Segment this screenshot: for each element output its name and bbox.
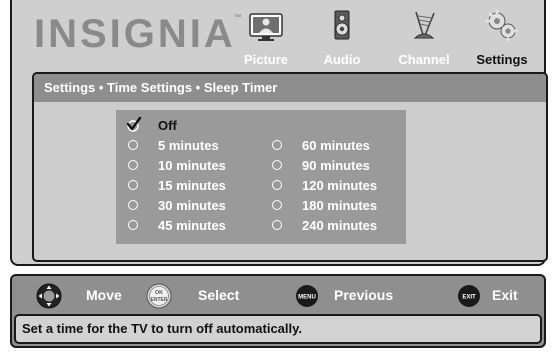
option-label: 5 minutes <box>158 138 219 153</box>
option-label: Off <box>158 118 177 133</box>
radio-icon <box>272 160 282 170</box>
tab-label-settings: Settings <box>476 52 528 67</box>
option-5-minutes[interactable]: 5 minutes <box>128 136 258 156</box>
radio-icon <box>128 140 138 150</box>
breadcrumb: Settings • Time Settings • Sleep Timer <box>34 74 546 102</box>
gears-icon <box>485 9 518 42</box>
help-text: Set a time for the TV to turn off automa… <box>14 314 542 344</box>
dpad-icon <box>36 283 62 309</box>
option-120-minutes[interactable]: 120 minutes <box>272 176 402 196</box>
option-label: 180 minutes <box>302 198 378 213</box>
enter-text: ENTER <box>151 297 168 303</box>
option-off[interactable]: Off <box>126 116 258 136</box>
option-label: 15 minutes <box>158 178 226 193</box>
option-90-minutes[interactable]: 90 minutes <box>272 156 402 176</box>
option-240-minutes[interactable]: 240 minutes <box>272 216 402 236</box>
tab-settings[interactable]: Settings <box>468 8 536 68</box>
tab-label-picture: Picture <box>243 52 289 67</box>
main-menu-panel: INSIGNIA™ Picture Audio Channel Settings… <box>10 0 548 266</box>
menu-button-icon: MENU <box>296 285 318 307</box>
option-45-minutes[interactable]: 45 minutes <box>128 216 258 236</box>
exit-text: EXIT <box>462 295 476 301</box>
tab-picture[interactable]: Picture <box>232 8 300 68</box>
logo-text: INSIGNIA <box>34 12 236 56</box>
exit-button-icon: EXIT <box>458 285 480 307</box>
option-10-minutes[interactable]: 10 minutes <box>128 156 258 176</box>
option-60-minutes[interactable]: 60 minutes <box>272 136 402 156</box>
ok-enter-icon: OK ENTER <box>146 283 172 309</box>
ok-text: OK <box>155 290 163 296</box>
tab-label-audio: Audio <box>323 52 361 67</box>
option-180-minutes[interactable]: 180 minutes <box>272 196 402 216</box>
option-label: 10 minutes <box>158 158 226 173</box>
option-15-minutes[interactable]: 15 minutes <box>128 176 258 196</box>
insignia-logo: INSIGNIA™ <box>34 12 242 56</box>
previous-label: Previous <box>334 287 394 303</box>
picture-icon <box>249 13 283 41</box>
option-30-minutes[interactable]: 30 minutes <box>128 196 258 216</box>
tab-channel[interactable]: Channel <box>390 8 458 68</box>
option-label: 45 minutes <box>158 218 226 233</box>
radio-icon <box>272 200 282 210</box>
tab-label-channel: Channel <box>398 52 450 67</box>
sleep-timer-options: Off 5 minutes 10 minutes 15 minutes 30 m… <box>116 110 406 244</box>
tab-audio[interactable]: Audio <box>308 8 376 68</box>
radio-icon <box>128 200 138 210</box>
speaker-icon <box>334 10 350 40</box>
menu-text: MENU <box>298 295 316 301</box>
radio-icon <box>128 220 138 230</box>
select-label: Select <box>198 287 240 303</box>
radio-icon <box>272 220 282 230</box>
option-label: 240 minutes <box>302 218 378 233</box>
exit-label: Exit <box>492 287 518 303</box>
radio-icon <box>272 180 282 190</box>
option-label: 30 minutes <box>158 198 226 213</box>
option-label: 60 minutes <box>302 138 370 153</box>
controls-panel: Move OK ENTER Select MENU Previous EXIT <box>10 274 546 348</box>
checkmark-icon <box>126 116 142 132</box>
option-label: 120 minutes <box>302 178 378 193</box>
radio-icon <box>128 160 138 170</box>
radio-icon <box>272 140 282 150</box>
option-label: 90 minutes <box>302 158 370 173</box>
tv-menu-screen: INSIGNIA™ Picture Audio Channel Settings… <box>0 0 552 352</box>
move-label: Move <box>86 287 122 303</box>
settings-menu-frame: Settings • Time Settings • Sleep Timer O… <box>32 72 548 262</box>
radio-icon <box>128 180 138 190</box>
antenna-icon <box>413 11 435 39</box>
